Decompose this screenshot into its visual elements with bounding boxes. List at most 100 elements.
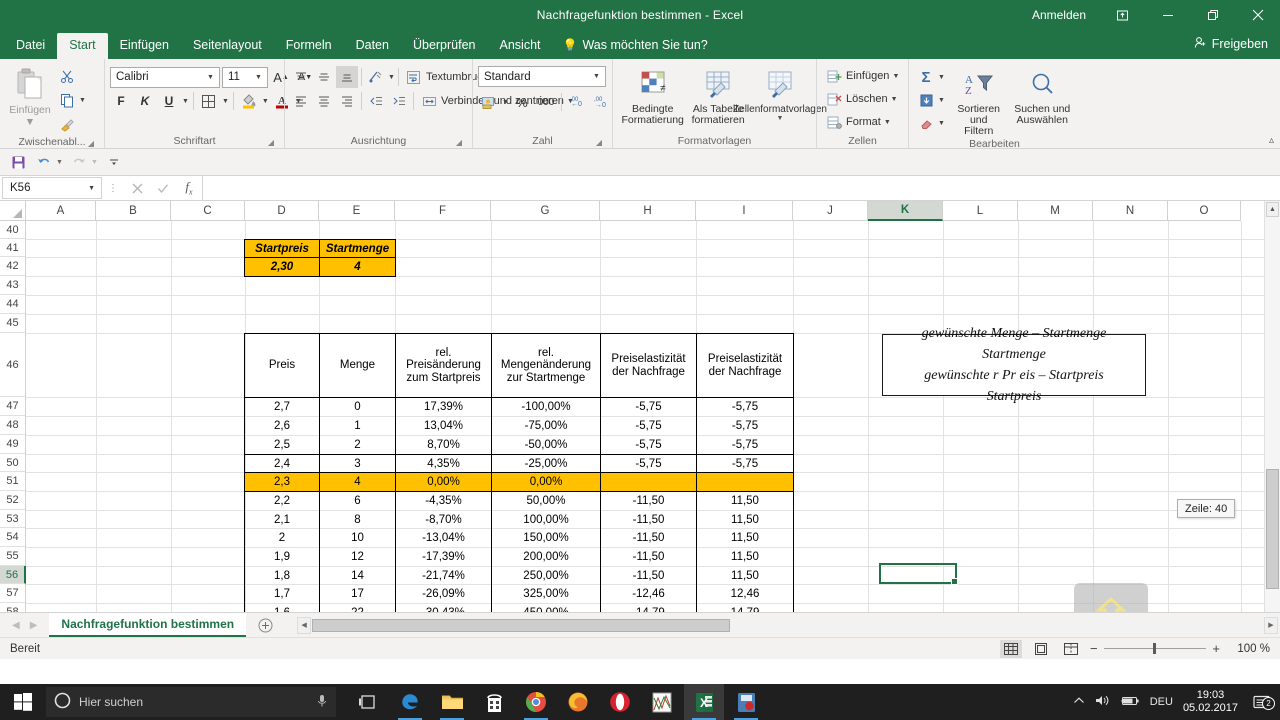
font-name-caret-icon[interactable]: ▼ (204, 74, 217, 81)
table-row[interactable]: 150,00% (492, 529, 600, 547)
startpreis-header-cell[interactable]: Startpreis (245, 240, 319, 257)
cell-styles-caret-icon[interactable]: ▼ (777, 115, 784, 123)
hscroll-left-icon[interactable]: ◀ (297, 616, 312, 634)
table-row[interactable]: -5,75 (601, 455, 696, 472)
table-row[interactable]: 17,39% (396, 398, 491, 416)
underline-caret-icon[interactable]: ▼ (182, 98, 189, 105)
table-row[interactable]: -11,50 (601, 548, 696, 566)
vertical-scrollbar[interactable]: ▲ ▼ (1264, 201, 1280, 612)
add-sheet-button[interactable] (246, 613, 285, 637)
col-header-K[interactable]: K (868, 201, 943, 221)
undo-icon[interactable] (34, 152, 54, 172)
tab-einfuegen[interactable]: Einfügen (108, 33, 181, 59)
accounting-caret-icon[interactable]: ▼ (502, 99, 509, 106)
startpreis-value-cell[interactable]: 2,30 (245, 258, 319, 276)
paste-caret-icon[interactable]: ▼ (25, 116, 35, 128)
tab-datei[interactable]: Datei (4, 33, 58, 59)
increase-decimal-button[interactable]: ←0,00 (566, 91, 588, 113)
format-cells-button[interactable]: Format ▼ (822, 111, 894, 133)
table-row[interactable]: 12,46 (697, 585, 793, 603)
ribbon-display-options-icon[interactable] (1100, 0, 1145, 30)
cells-area[interactable]: Startpreis Startmenge 2,30 4 Preis Menge (26, 201, 1280, 612)
table-row[interactable]: 0,00% (492, 473, 600, 491)
row-header-48[interactable]: 48 (0, 416, 26, 435)
firefox-icon[interactable] (558, 684, 598, 720)
table-row[interactable]: 22 (320, 604, 395, 612)
find-select-button[interactable]: Suchen und Auswählen (1009, 64, 1075, 126)
table-row[interactable]: 11,50 (697, 529, 793, 547)
col-header-F[interactable]: F (395, 201, 491, 221)
decrease-indent-button[interactable] (365, 90, 387, 112)
italic-button[interactable]: K (134, 90, 156, 112)
borders-caret-icon[interactable]: ▼ (222, 98, 229, 105)
table-row[interactable]: 2,5 (245, 436, 319, 454)
close-icon[interactable] (1235, 0, 1280, 30)
row-header-47[interactable]: 47 (0, 397, 26, 416)
table-row[interactable]: -5,75 (697, 417, 793, 435)
row-header-44[interactable]: 44 (0, 295, 26, 314)
col-header-J[interactable]: J (793, 201, 868, 221)
customize-quick-access-icon[interactable] (104, 152, 124, 172)
table-row[interactable]: 2,6 (245, 417, 319, 435)
paste-button[interactable]: Einfügen ▼ (5, 62, 55, 128)
zoom-out-button[interactable]: − (1090, 641, 1098, 656)
startmenge-header-cell[interactable]: Startmenge (320, 240, 395, 257)
cancel-icon[interactable] (124, 176, 150, 200)
active-cell-selection[interactable] (879, 563, 958, 585)
row-header-45[interactable]: 45 (0, 314, 26, 333)
clipboard-dialog-launcher[interactable]: ◢ (86, 139, 96, 149)
table-row[interactable]: -8,70% (396, 511, 491, 528)
excel-icon[interactable]: X (684, 684, 724, 720)
tab-daten[interactable]: Daten (344, 33, 401, 59)
windows-start-icon[interactable] (0, 684, 46, 720)
row-header-40[interactable]: 40 (0, 221, 26, 239)
table-row[interactable]: 2,7 (245, 398, 319, 416)
autosum-button[interactable]: Σ ▼ (914, 66, 948, 88)
chrome-icon[interactable] (516, 684, 556, 720)
edge-icon[interactable] (390, 684, 430, 720)
table-row[interactable]: 1,9 (245, 548, 319, 566)
table-row[interactable]: 11,50 (697, 567, 793, 584)
hscroll-right-icon[interactable]: ▶ (1264, 616, 1278, 634)
number-format-caret-icon[interactable]: ▼ (590, 73, 603, 80)
row-header-46[interactable]: 46 (0, 333, 26, 397)
battery-icon[interactable] (1120, 695, 1140, 710)
col-header-A[interactable]: A (26, 201, 96, 221)
col-header-E[interactable]: E (319, 201, 395, 221)
chart-app-icon[interactable] (642, 684, 682, 720)
tab-formeln[interactable]: Formeln (274, 33, 344, 59)
table-row[interactable] (601, 473, 696, 491)
table-row[interactable]: -4,35% (396, 492, 491, 510)
delete-cells-caret-icon[interactable]: ▼ (891, 96, 898, 103)
table-row[interactable]: 0,00% (396, 473, 491, 491)
notification-center-icon[interactable]: 2 (1248, 695, 1275, 710)
tab-start[interactable]: Start (57, 33, 108, 59)
table-row[interactable]: 1 (320, 417, 395, 435)
table-row[interactable]: -11,50 (601, 567, 696, 584)
sheet-tab-nachfragefunktion[interactable]: Nachfragefunktion bestimmen (49, 613, 247, 637)
restore-icon[interactable] (1190, 0, 1235, 30)
table-row[interactable]: 17 (320, 585, 395, 603)
col-header-C[interactable]: C (171, 201, 245, 221)
table-row[interactable]: 8,70% (396, 436, 491, 454)
orientation-caret-icon[interactable]: ▼ (388, 74, 395, 81)
zoom-track[interactable] (1103, 643, 1207, 655)
sheet-nav-arrows[interactable]: ◀ ▶ (0, 613, 49, 637)
fill-button[interactable]: ▼ (914, 89, 948, 111)
redo-icon[interactable] (69, 152, 89, 172)
delete-cells-button[interactable]: Löschen ▼ (822, 88, 901, 110)
borders-button[interactable] (198, 90, 220, 112)
col-header-B[interactable]: B (96, 201, 171, 221)
table-row[interactable]: 6 (320, 492, 395, 510)
table-row[interactable]: 11,50 (697, 511, 793, 528)
format-cells-caret-icon[interactable]: ▼ (884, 119, 891, 126)
clear-button[interactable]: ▼ (914, 112, 948, 134)
table-row[interactable]: 2,3 (245, 473, 319, 491)
col-header-M[interactable]: M (1018, 201, 1093, 221)
font-size-caret-icon[interactable]: ▼ (252, 74, 265, 81)
table-row[interactable]: 10 (320, 529, 395, 547)
col-header-I[interactable]: I (696, 201, 793, 221)
page-break-view-icon[interactable] (1060, 640, 1082, 658)
zoom-slider[interactable]: − + (1090, 641, 1220, 656)
font-name-combo[interactable]: Calibri ▼ (110, 66, 220, 88)
